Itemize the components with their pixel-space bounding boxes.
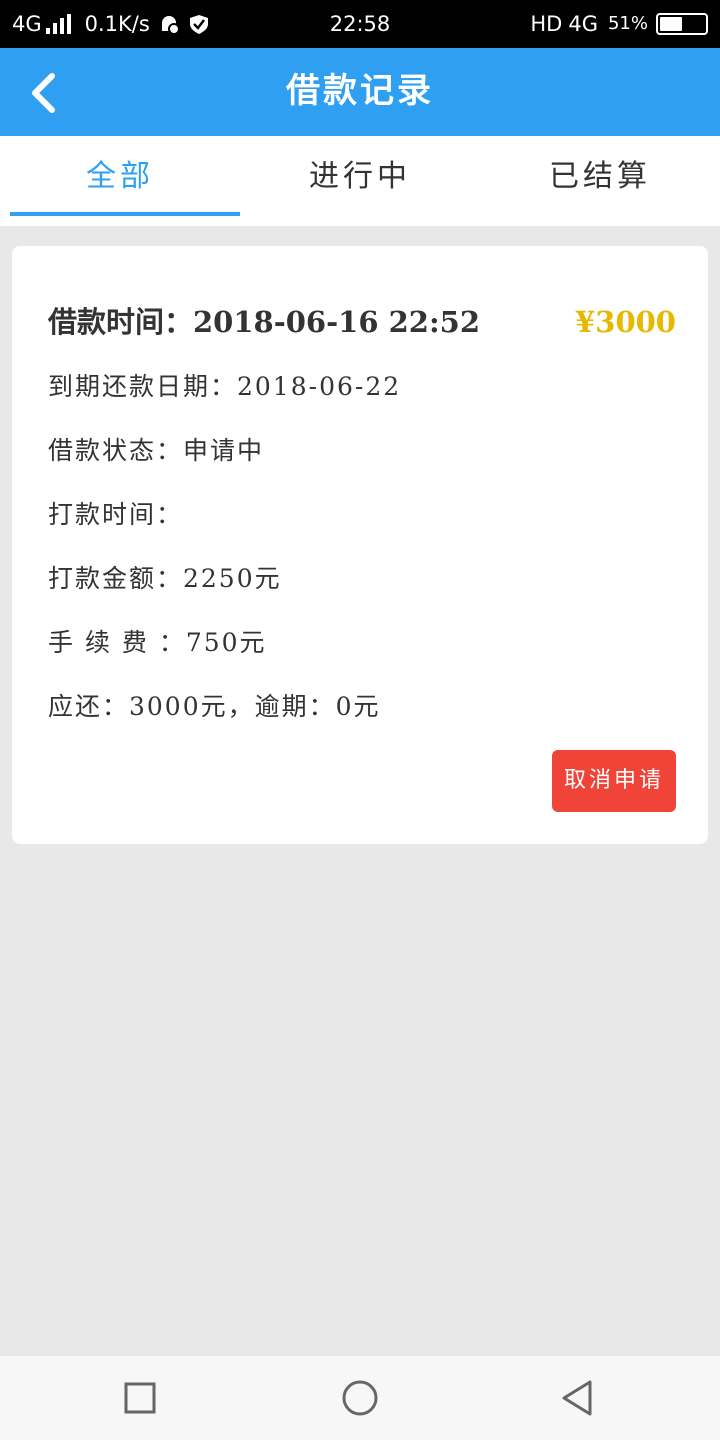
status-right: HD 4G 51% bbox=[530, 10, 708, 38]
tab-all[interactable]: 全部 bbox=[0, 136, 240, 226]
loan-amount: ¥3000 bbox=[575, 305, 676, 339]
tab-settled[interactable]: 已结算 bbox=[480, 136, 720, 226]
system-nav-bar bbox=[0, 1356, 720, 1440]
network-type-label-right: 4G bbox=[568, 12, 598, 36]
cancel-application-button[interactable]: 取消申请 bbox=[552, 750, 676, 812]
payout-time: 打款时间： bbox=[48, 500, 184, 529]
circle-icon[interactable] bbox=[338, 1376, 382, 1420]
hd-label: HD bbox=[530, 12, 563, 36]
status-bar: 4G 0.1K/s 22:58 HD 4G 51% bbox=[0, 0, 720, 48]
tab-bar: 全部 进行中 已结算 bbox=[0, 136, 720, 226]
battery-percent: 51% bbox=[607, 13, 648, 34]
tab-label: 已结算 bbox=[549, 159, 651, 194]
tab-label: 进行中 bbox=[309, 159, 411, 194]
payout-amount: 打款金额：2250元 bbox=[48, 564, 282, 593]
loan-status: 借款状态：申请中 bbox=[48, 436, 265, 465]
tab-label: 全部 bbox=[86, 159, 154, 194]
tab-active-indicator bbox=[10, 212, 240, 216]
tab-in-progress[interactable]: 进行中 bbox=[240, 136, 480, 226]
app-header: 借款记录 bbox=[0, 48, 720, 136]
service-fee: 手 续 费 ：750元 bbox=[48, 628, 267, 657]
loan-time: 借款时间：2018-06-16 22:52 bbox=[48, 305, 481, 339]
loan-record-card: 借款时间：2018-06-16 22:52 ¥3000 到期还款日期：2018-… bbox=[12, 246, 708, 844]
due-date: 到期还款日期：2018-06-22 bbox=[48, 372, 402, 401]
triangle-back-icon[interactable] bbox=[556, 1376, 600, 1420]
page-title: 借款记录 bbox=[286, 71, 434, 111]
square-icon[interactable] bbox=[118, 1376, 162, 1420]
repay-summary: 应还：3000元，逾期：0元 bbox=[48, 692, 381, 721]
battery-icon bbox=[656, 13, 708, 35]
